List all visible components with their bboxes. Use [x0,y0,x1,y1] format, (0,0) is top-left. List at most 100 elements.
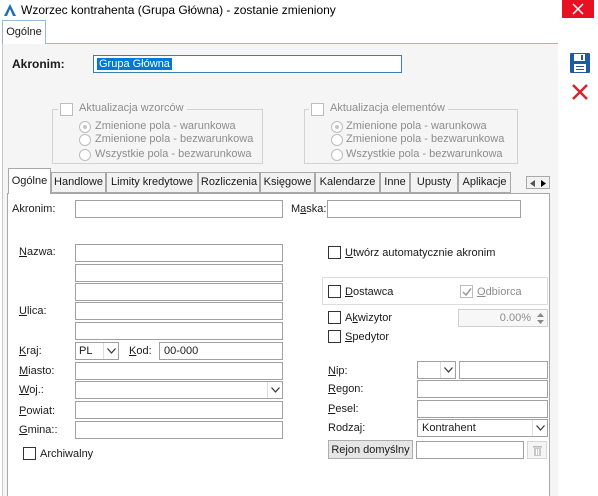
archiwalny-checkbox[interactable] [23,447,36,460]
miasto-input[interactable] [75,362,283,380]
akronim-top-value: Grupa Główna [97,58,172,70]
nip-prefix-select[interactable] [417,361,456,379]
tab-scroll-left-icon[interactable] [530,180,535,187]
woj-select[interactable] [75,381,283,399]
maska-label: Maska: [291,203,327,215]
dostawca-checkbox[interactable] [328,285,341,298]
close-button[interactable] [562,0,594,18]
chevron-down-icon [107,348,116,354]
elementow-radio-3[interactable] [331,149,343,161]
wzorcow-radio-2[interactable] [79,134,91,146]
wzorcow-option-2: Zmienione pola - bezwarunkowa [95,133,254,145]
aktualizacja-elementow-checkbox[interactable] [311,103,324,116]
cancel-button[interactable] [569,81,591,103]
kod-input[interactable]: 00-000 [159,342,283,360]
kraj-select[interactable]: PL [75,342,119,360]
dostawca-label: Dostawca [345,286,394,298]
chevron-down-icon [444,367,453,373]
ulica-input-1[interactable] [75,302,283,320]
nazwa-input-2[interactable] [75,264,283,282]
nip-input[interactable] [459,361,548,379]
chevron-down-icon [271,387,280,393]
aktualizacja-wzorcow-checkbox[interactable] [60,103,73,116]
gmina-label: Gmina:: [19,424,58,436]
tab-scroll-arrows [526,176,550,189]
save-icon [570,53,590,73]
akronim-label: Akronim: [12,203,56,215]
chevron-down-icon [536,425,545,431]
nazwa-label: Nazwa: [19,246,56,258]
tab-ogolne[interactable]: Ogólne [8,168,51,194]
regon-input[interactable] [417,380,548,398]
tab-kalendarze[interactable]: Kalendarze [315,172,380,193]
powiat-input[interactable] [75,401,283,419]
wzorcow-option-3: Wszystkie pola - bezwarunkowa [95,148,252,160]
kod-label: Kod: [129,345,152,357]
trash-icon [533,446,542,456]
woj-dropdown-button[interactable] [267,382,282,398]
kod-value: 00-000 [164,345,199,357]
odbiorca-checkbox[interactable] [460,285,473,298]
nip-dropdown-button[interactable] [440,362,455,378]
akwizytor-percent-spinner[interactable]: 0.00% [458,309,548,327]
pesel-label: Pesel: [328,403,359,415]
tab-limity-kredytowe[interactable]: Limity kredytowe [106,172,198,193]
powiat-label: Powiat: [19,405,56,417]
app-logo-icon [3,3,17,17]
rodzaj-dropdown-button[interactable] [532,420,547,436]
tab-rozliczenia[interactable]: Rozliczenia [198,172,260,193]
archiwalny-label: Archiwalny [40,448,94,460]
elementow-radio-1[interactable] [331,121,343,133]
akronim-input[interactable] [75,200,283,218]
spinner-up-icon[interactable] [537,313,544,317]
wzorcow-radio-3[interactable] [79,149,91,161]
checkmark-icon [462,288,472,297]
ulica-input-2[interactable] [75,322,283,340]
group-elementow-title[interactable]: Aktualizacja elementów [309,102,448,116]
akwizytor-label: Akwizytor [345,312,393,324]
rodzaj-value: Kontrahent [422,422,476,434]
cancel-icon [572,84,588,100]
rodzaj-select[interactable]: Kontrahent [417,419,548,437]
tab-handlowe[interactable]: Handlowe [51,172,106,193]
tab-scroll-right-icon[interactable] [541,180,546,187]
elementow-option-3: Wszystkie pola - bezwarunkowa [346,148,503,160]
regon-label: Regon: [328,383,364,395]
wzorcow-radio-1[interactable] [79,121,91,133]
pesel-input[interactable] [417,400,548,418]
kraj-label: Kraj: [19,345,42,357]
save-button[interactable] [569,52,591,74]
aktualizacja-wzorcow-label: Aktualizacja wzorców [79,102,184,114]
akwizytor-percent-value: 0.00% [499,312,531,324]
akronim-top-input[interactable]: Grupa Główna [93,55,402,73]
tab-aplikacje[interactable]: Aplikacje [458,172,511,193]
nazwa-input-3[interactable] [75,283,283,301]
auto-akronim-label: Utwórz automatycznie akronim [345,247,496,259]
ulica-label: Ulica: [19,305,47,317]
tab-upusty[interactable]: Upusty [410,172,458,193]
spedytor-label: Spedytor [345,331,390,343]
rejon-domyslny-button[interactable]: Rejon domyślny [328,440,413,459]
spinner-down-icon[interactable] [537,320,544,324]
akwizytor-checkbox[interactable] [328,311,341,324]
tab-ksiegowe[interactable]: Księgowe [260,172,315,193]
rejon-clear-button[interactable] [527,441,547,459]
aktualizacja-elementow-label: Aktualizacja elementów [330,102,445,114]
tab-ogolne-outer[interactable]: Ogólne [2,20,46,44]
maska-input[interactable] [327,200,521,218]
rodzaj-label: Rodzaj: [328,422,366,434]
close-icon [572,3,584,15]
gmina-input[interactable] [75,421,283,439]
rejon-input[interactable] [416,441,524,459]
akronim-top-label: Akronim: [12,57,65,71]
kraj-dropdown-button[interactable] [103,343,118,359]
nazwa-input-1[interactable] [75,244,283,262]
spedytor-checkbox[interactable] [328,330,341,343]
nip-label: Nip: [328,365,348,377]
auto-akronim-checkbox[interactable] [328,246,341,259]
tab-inne[interactable]: Inne [380,172,410,193]
elementow-option-1: Zmienione pola - warunkowa [346,120,487,132]
kraj-value: PL [79,345,93,357]
elementow-radio-2[interactable] [331,134,343,146]
group-wzorcow-title[interactable]: Aktualizacja wzorców [58,102,187,116]
